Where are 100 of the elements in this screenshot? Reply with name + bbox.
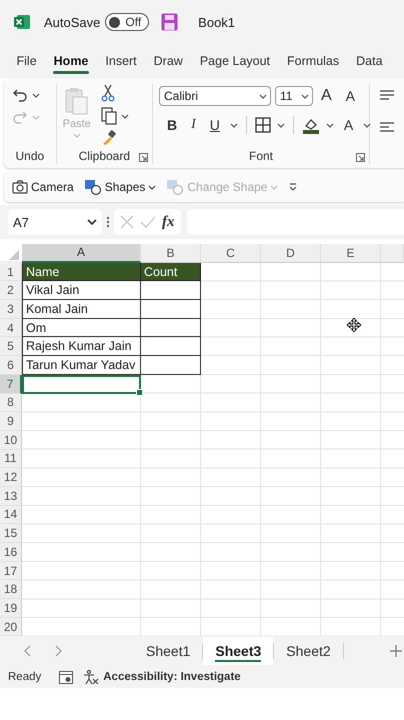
shapes-icon <box>166 179 184 195</box>
fill-color-icon[interactable] <box>302 116 320 134</box>
borders-icon[interactable] <box>254 117 271 133</box>
font-color-button[interactable]: A <box>340 117 358 133</box>
camera-icon <box>12 180 28 194</box>
column-header[interactable]: C <box>201 244 261 263</box>
format-painter-icon[interactable] <box>100 130 117 146</box>
column-header[interactable]: B <box>141 244 201 263</box>
caret-icon <box>32 114 40 120</box>
sheet-tab[interactable]: Sheet3 <box>203 637 274 665</box>
redo-icon <box>12 110 28 124</box>
copy-icon[interactable] <box>100 107 117 125</box>
menu-tab[interactable]: File <box>8 44 46 78</box>
sheet-tab[interactable]: Sheet2 <box>274 637 343 665</box>
align-left-icon[interactable] <box>380 122 394 134</box>
more-icon[interactable] <box>106 216 110 228</box>
font-size-dropdown[interactable]: 11 <box>275 86 313 106</box>
table-cell <box>141 318 201 338</box>
caret-icon[interactable] <box>276 122 285 128</box>
menu-tab[interactable]: Draw <box>145 44 192 78</box>
scissors-icon[interactable] <box>100 84 115 102</box>
row-header[interactable]: 5 <box>0 337 22 356</box>
undo-icon[interactable] <box>12 88 28 102</box>
toolbar-button[interactable]: Shapes <box>84 179 156 195</box>
spreadsheet-app-icon <box>14 14 30 30</box>
row-header[interactable]: 15 <box>0 524 22 543</box>
caret-icon[interactable] <box>363 122 372 128</box>
previous-sheet-icon[interactable] <box>24 645 32 657</box>
group-label: Undo <box>14 148 46 164</box>
macro-recorder-icon[interactable] <box>59 670 74 684</box>
caret-icon[interactable] <box>230 122 238 128</box>
move-cursor-icon <box>347 318 361 332</box>
row-header[interactable]: 16 <box>0 543 22 562</box>
decrease-font-button[interactable]: A <box>342 88 360 104</box>
menu-tab[interactable]: Page Layout <box>191 44 279 78</box>
bold-button[interactable]: B <box>163 117 182 133</box>
row-header[interactable]: 2 <box>0 281 22 300</box>
caret-icon[interactable] <box>326 122 334 128</box>
window-title: Book1 <box>198 14 236 30</box>
next-sheet-icon[interactable] <box>54 645 62 657</box>
cancel-icon <box>120 215 134 229</box>
menu-tab[interactable]: Home <box>45 44 97 78</box>
add-sheet-icon[interactable] <box>390 645 402 657</box>
menu-tab[interactable]: Formulas <box>278 44 348 78</box>
name-box[interactable]: A7 <box>8 209 102 235</box>
row-header[interactable]: 9 <box>0 412 22 431</box>
status-text: Ready <box>8 671 42 683</box>
row-header[interactable]: 4 <box>0 318 22 338</box>
table-cell <box>141 300 201 319</box>
autosave-label: AutoSave <box>44 14 100 30</box>
table-cell: Rajesh Kumar Jain <box>22 337 141 356</box>
column-header[interactable]: D <box>261 244 321 263</box>
row-header[interactable]: 10 <box>0 430 22 450</box>
underline-button[interactable]: U <box>206 117 224 133</box>
table-cell: Komal Jain <box>22 300 141 319</box>
row-header[interactable]: 19 <box>0 599 22 618</box>
caret-icon[interactable] <box>120 112 129 120</box>
row-header[interactable]: 20 <box>0 618 22 636</box>
sheet-tab[interactable]: Sheet1 <box>134 637 202 665</box>
table-header-cell: Name <box>22 262 141 282</box>
font-name-dropdown[interactable]: Calibri <box>159 86 271 106</box>
group-label: Clipboard <box>78 149 130 163</box>
italic-button[interactable]: I <box>187 117 200 133</box>
row-header[interactable]: 13 <box>0 486 22 506</box>
caret-icon[interactable] <box>32 92 40 98</box>
table-cell <box>141 356 201 375</box>
accessibility-icon[interactable] <box>83 670 100 684</box>
group-label: Font <box>248 149 273 163</box>
autosave-toggle[interactable]: Off <box>105 13 150 31</box>
row-header[interactable]: 6 <box>0 356 22 375</box>
active-cell[interactable] <box>22 374 141 394</box>
caret-icon <box>259 92 267 100</box>
menu-tab[interactable]: Data <box>348 44 392 78</box>
row-header[interactable]: 12 <box>0 468 22 487</box>
insert-function-button[interactable]: fx <box>162 214 174 230</box>
clipboard-icon <box>64 86 89 116</box>
row-header[interactable]: 7 <box>0 374 22 394</box>
menu-tab[interactable]: Insert <box>96 44 146 78</box>
dialog-launcher-icon[interactable] <box>139 153 148 162</box>
table-cell <box>141 337 201 356</box>
accessibility-status[interactable]: Accessibility: Investigate <box>103 671 241 683</box>
row-header[interactable]: 11 <box>0 450 22 468</box>
caret-icon <box>301 92 309 100</box>
column-header[interactable]: E <box>321 244 381 263</box>
row-header[interactable]: 14 <box>0 506 22 524</box>
table-cell: Vikal Jain <box>22 281 141 300</box>
row-header[interactable]: 3 <box>0 300 22 319</box>
increase-font-button[interactable]: A <box>317 87 338 105</box>
more-options-icon[interactable] <box>288 182 298 192</box>
row-header[interactable]: 17 <box>0 562 22 580</box>
save-icon[interactable] <box>161 13 178 31</box>
row-header[interactable]: 1 <box>0 262 22 282</box>
align-top-icon[interactable] <box>380 90 394 102</box>
check-icon <box>140 215 156 229</box>
chevron-icon[interactable] <box>87 218 97 226</box>
row-header[interactable]: 18 <box>0 580 22 600</box>
column-header[interactable]: A <box>22 244 141 263</box>
row-header[interactable]: 8 <box>0 394 22 412</box>
dialog-launcher-icon[interactable] <box>356 153 365 162</box>
toolbar-button[interactable]: Camera <box>12 180 74 194</box>
